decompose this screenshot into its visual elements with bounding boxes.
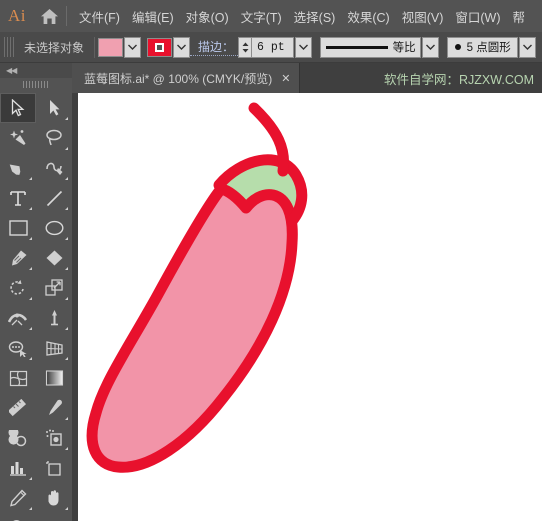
watermark-text: 软件自学网：RJZXW.COM	[384, 72, 534, 87]
tool-slice[interactable]	[0, 483, 36, 513]
stroke-profile-label: 等比	[392, 42, 416, 54]
tool-lasso[interactable]	[36, 123, 72, 153]
menu-item-object[interactable]: 对象(O)	[180, 3, 235, 30]
stroke-profile-field[interactable]: 等比	[319, 36, 421, 58]
tool-paintbrush[interactable]	[0, 243, 36, 273]
tool-mesh[interactable]	[0, 363, 36, 393]
tool-rectangle[interactable]	[0, 213, 36, 243]
close-icon[interactable]: ✕	[281, 72, 290, 85]
tool-gradient[interactable]	[36, 363, 72, 393]
tools-panel: ◀◀	[0, 63, 72, 521]
tool-zoom[interactable]	[0, 513, 36, 521]
fill-dropdown-arrow[interactable]	[124, 36, 142, 58]
stroke-profile-dropdown-arrow[interactable]	[421, 36, 439, 58]
tool-type[interactable]	[0, 183, 36, 213]
menu-item-help[interactable]: 帮	[507, 3, 532, 30]
tool-symbol-sprayer[interactable]	[36, 423, 72, 453]
tool-artboard[interactable]	[36, 453, 72, 483]
fill-color-swatch[interactable]	[98, 37, 124, 57]
brush-definition-field[interactable]: 5 点圆形	[446, 36, 518, 58]
tool-eyedropper[interactable]	[36, 393, 72, 423]
document-tab-title: 蓝莓图标.ai* @ 100% (CMYK/预览)	[84, 71, 273, 86]
menu-divider	[66, 6, 67, 26]
stroke-weight-stepper[interactable]	[238, 36, 252, 58]
collapse-panel-button[interactable]: ◀◀	[0, 63, 72, 78]
stroke-weight-input[interactable]: 6 pt	[251, 36, 294, 58]
app-logo: Ai	[8, 6, 26, 25]
tool-column-graph[interactable]	[0, 453, 36, 483]
menu-item-effect[interactable]: 效果(C)	[341, 3, 395, 30]
stroke-weight-label[interactable]: 描边：	[190, 38, 239, 56]
tool-perspective-grid[interactable]	[36, 333, 72, 363]
artboard[interactable]	[78, 93, 542, 521]
menu-item-file[interactable]: 文件(F)	[73, 3, 126, 30]
selection-status-label: 未选择对象	[24, 40, 85, 55]
illustrator-window: Ai 文件(F) 编辑(E) 对象(O) 文字(T) 选择(S) 效果(C) 视…	[0, 0, 542, 521]
tool-selection[interactable]	[0, 93, 36, 123]
menu-item-edit[interactable]: 编辑(E)	[126, 3, 180, 30]
tool-hand[interactable]	[36, 483, 72, 513]
brush-definition-label: 5 点圆形	[466, 42, 511, 54]
document-tab[interactable]: 蓝莓图标.ai* @ 100% (CMYK/预览) ✕	[72, 63, 301, 93]
menu-bar: Ai 文件(F) 编辑(E) 对象(O) 文字(T) 选择(S) 效果(C) 视…	[0, 0, 542, 32]
tools-panel-grip[interactable]	[0, 78, 72, 91]
document-tab-bar: 蓝莓图标.ai* @ 100% (CMYK/预览) ✕ 软件自学网：RJZXW.…	[72, 63, 542, 93]
tool-ellipse[interactable]	[36, 213, 72, 243]
stroke-weight-dropdown-arrow[interactable]	[294, 36, 312, 58]
menu-item-select[interactable]: 选择(S)	[288, 3, 342, 30]
tool-blend[interactable]	[0, 423, 36, 453]
home-icon[interactable]	[34, 8, 64, 25]
canvas-area[interactable]	[72, 93, 542, 521]
chili-pepper-illustration[interactable]	[78, 93, 542, 521]
stroke-color-swatch[interactable]	[147, 37, 173, 57]
menu-item-type[interactable]: 文字(T)	[235, 3, 288, 30]
control-bar-grip[interactable]	[4, 37, 14, 57]
tool-pen[interactable]	[0, 153, 36, 183]
tool-measure[interactable]	[0, 393, 36, 423]
tool-rotate[interactable]	[0, 273, 36, 303]
brush-dropdown-arrow[interactable]	[518, 36, 536, 58]
menu-item-view[interactable]: 视图(V)	[396, 3, 450, 30]
stroke-profile-icon	[325, 45, 388, 49]
tool-width[interactable]	[0, 303, 36, 333]
control-bar: 未选择对象 描边： 6 pt 等比 5 点圆形	[0, 32, 542, 63]
tool-scale[interactable]	[36, 273, 72, 303]
tool-shape-builder[interactable]	[0, 333, 36, 363]
menu-item-window[interactable]: 窗口(W)	[449, 3, 506, 30]
tool-magic-wand[interactable]	[0, 123, 36, 153]
tool-direct-selection[interactable]	[36, 93, 72, 123]
tool-eraser[interactable]	[36, 243, 72, 273]
control-divider-1	[94, 36, 96, 58]
stroke-dropdown-arrow[interactable]	[173, 36, 191, 58]
brush-icon	[454, 44, 461, 50]
tool-curvature[interactable]	[36, 153, 72, 183]
tool-line-segment[interactable]	[36, 183, 72, 213]
tool-grid	[0, 91, 72, 521]
tool-free-transform[interactable]	[36, 303, 72, 333]
